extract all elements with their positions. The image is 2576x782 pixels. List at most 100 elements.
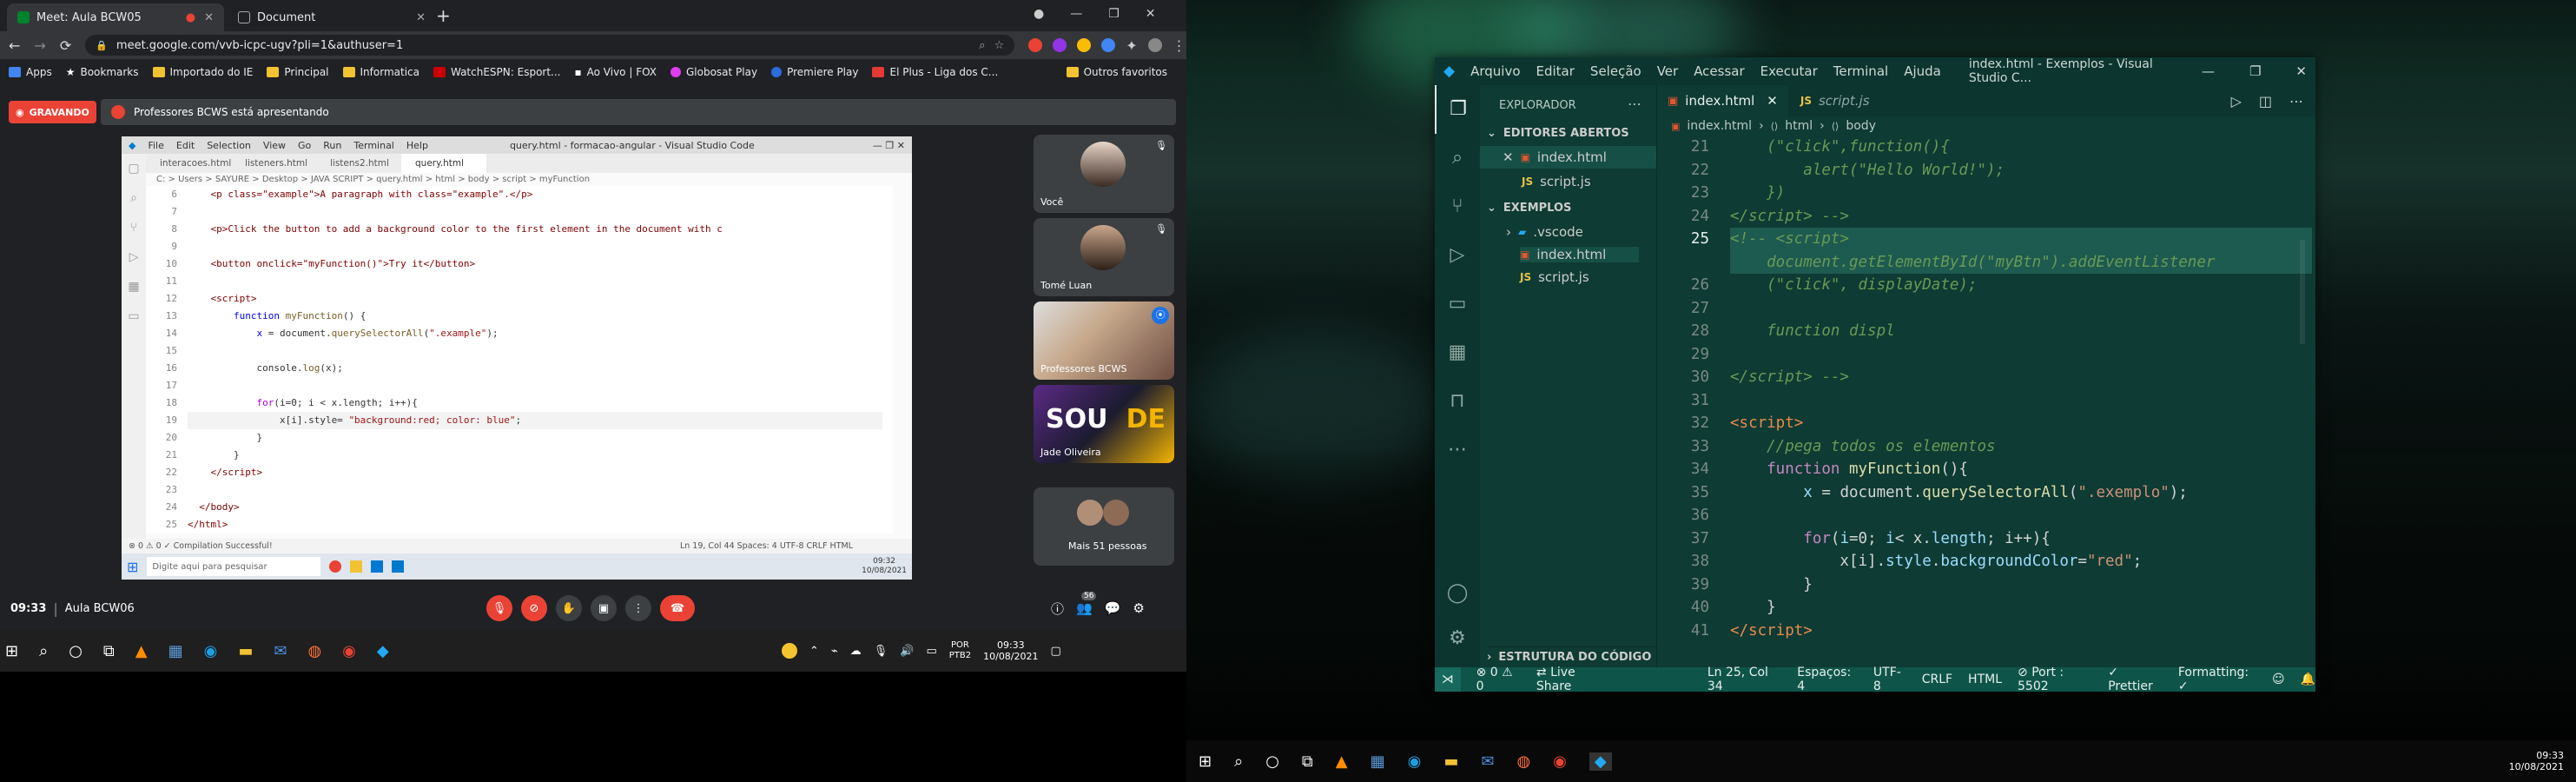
menu-item[interactable]: Seleção [1590,63,1641,79]
menu-item[interactable]: Executar [1760,63,1818,79]
participant-tile[interactable]: ⦿ Professores BCWS [1034,302,1174,380]
chat-icon[interactable]: 💬 [1105,600,1121,616]
extension-icon[interactable] [1053,38,1067,52]
remote-icon[interactable]: ⋊ [1435,667,1461,692]
search-icon[interactable]: ⌕ [1234,752,1243,771]
menu-item[interactable]: Acessar [1694,63,1744,79]
windows-start-icon[interactable]: ⊞ [5,642,18,660]
tab-index-html[interactable]: ▣ index.html ✕ [1657,85,1788,116]
camera-button[interactable]: ⊘ [521,595,547,621]
puzzle-icon[interactable]: ✦ [1126,37,1137,54]
close-window-icon[interactable]: ✕ [1146,7,1156,21]
extension-icon[interactable] [1077,38,1092,52]
more-actions-icon[interactable]: ⋯ [1628,96,1641,112]
file-item[interactable]: ▣ index.html [1520,247,1640,262]
bookmark-icon[interactable]: ⊓ [1435,377,1480,426]
run-debug-icon[interactable]: ▷ [1435,231,1480,280]
explorer-icon[interactable]: ▬ [1443,752,1458,771]
indentation-status[interactable]: Espaços: 4 [1797,666,1858,692]
open-editor-item[interactable]: ✕ ▣ index.html [1480,146,1656,169]
search-icon[interactable]: ⌕ [1435,134,1480,182]
tab-meet[interactable]: Meet: Aula BCW05 ● ✕ [7,3,224,31]
participant-tile[interactable]: 🎙 Tomé Luan [1034,218,1174,296]
participant-tile[interactable]: SOU DE Jade Oliveira [1034,385,1174,463]
explorer-icon[interactable]: ❐ [1435,85,1480,134]
bookmark-item[interactable]: WatchESPN: Esport... [433,66,561,78]
windows-start-icon[interactable]: ⊞ [1199,752,1212,771]
vlc-icon[interactable]: ▲ [135,642,148,660]
source-control-icon[interactable]: ⑂ [1435,182,1480,231]
volume-icon[interactable]: 🔊 [900,645,914,658]
keyboard-lang[interactable]: POR PTB2 [949,640,971,661]
bookmark-item[interactable]: Principal [267,66,329,78]
more-people-tile[interactable]: Mais 51 pessoas [1034,487,1174,566]
close-icon[interactable]: ✕ [2295,63,2307,79]
bookmark-item[interactable]: Premiere Play [771,66,858,78]
settings-gear-icon[interactable]: ⚙ [1435,617,1480,660]
url-bar[interactable]: meet.google.com/vvb-icpc-ugv?pli=1&authu… [116,39,403,52]
outline-header[interactable]: › ESTRUTURA DO CÓDIGO [1487,646,1657,664]
cursor-position[interactable]: Ln 25, Col 34 [1707,666,1781,692]
participant-tile[interactable]: 🎙 Você [1034,135,1174,213]
profile-icon[interactable]: ● [1034,7,1044,21]
breadcrumb-item[interactable]: index.html [1687,119,1752,133]
chrome-icon[interactable]: ◉ [1553,752,1567,771]
remote-explorer-icon[interactable]: ▭ [1435,280,1480,328]
menu-dots-icon[interactable]: ⋮ [1172,37,1186,54]
extension-icon[interactable] [1028,38,1043,52]
people-icon[interactable]: 👥 56 [1076,592,1097,616]
edge-icon[interactable]: ◉ [204,642,218,660]
task-view-icon[interactable]: ⧉ [103,642,115,660]
account-icon[interactable]: ◯ [1435,572,1480,615]
bookmark-item[interactable]: Importado do IE [152,66,253,78]
back-icon[interactable]: ← [9,37,20,54]
prettier-status[interactable]: ✓ Prettier [2108,666,2163,692]
chevron-up-icon[interactable]: ⌃ [809,645,819,658]
menu-item[interactable]: Terminal [1833,63,1888,79]
problems-status[interactable]: ⊗ 0 ⚠ 0 [1476,666,1521,692]
breadcrumb-item[interactable]: html [1785,119,1813,133]
action-center-icon[interactable]: ▢ [1051,645,1061,658]
search-icon[interactable]: ⌕ [39,642,48,660]
firefox-icon[interactable]: ◍ [307,642,321,660]
vlc-icon[interactable]: ▲ [1336,752,1348,771]
feedback-icon[interactable]: ☺ [2272,673,2285,686]
search-icon[interactable]: ⌕ [979,39,985,52]
bookmark-item[interactable]: Globosat Play [670,66,757,78]
tab-script-js[interactable]: JS script.js [1788,85,1882,116]
folder-header[interactable]: ⌄ EXEMPLOS [1487,202,1571,215]
run-icon[interactable]: ▷ [2231,93,2242,109]
avatar[interactable] [1147,38,1162,52]
menu-item[interactable]: Ver [1657,63,1679,79]
more-options-button[interactable]: ⋮ [625,595,651,621]
info-icon[interactable]: ⓘ [1051,600,1064,618]
code-editor[interactable]: 21 22 23 24 25 26 27 28 29 30 31 32 33 3… [1657,136,2315,667]
mic-icon[interactable]: 🎙 [874,645,888,658]
open-editors-header[interactable]: ⌄ EDITORES ABERTOS [1487,127,1629,140]
minimize-icon[interactable]: — [1070,7,1082,21]
bookmark-item[interactable]: ★ Bookmarks [66,66,139,78]
forward-icon[interactable]: → [34,37,45,54]
close-tab-icon[interactable]: ✕ [416,11,426,24]
split-editor-icon[interactable]: ◫ [2259,93,2272,109]
explorer-icon[interactable]: ▬ [238,642,253,660]
port-status[interactable]: ⊘ Port : 5502 [2018,666,2092,692]
clock[interactable]: 09:33 10/08/2021 [983,640,1038,662]
bookmark-item[interactable]: Informatica [342,66,419,78]
scrollbar[interactable] [2300,240,2305,344]
extension-icon[interactable] [1101,38,1116,52]
vscode-icon[interactable]: ◆ [377,642,389,660]
activities-icon[interactable]: ⚙ [1133,600,1144,616]
folder-item[interactable]: › ▰ .vscode [1506,224,1583,240]
maximize-icon[interactable]: ❐ [2249,63,2261,79]
leave-call-button[interactable]: ☎ [660,595,695,621]
minimize-icon[interactable]: — [2202,63,2215,79]
open-editor-item[interactable]: JS script.js [1522,174,1591,189]
close-tab-icon[interactable]: ✕ [1767,93,1778,109]
app-icon[interactable]: ▦ [1371,752,1385,771]
menu-item[interactable]: Editar [1536,63,1575,79]
breadcrumb-item[interactable]: body [1846,119,1876,133]
bookmark-item[interactable]: Outros favoritos [1066,66,1167,78]
encoding-status[interactable]: UTF-8 [1873,666,1906,692]
cortana-icon[interactable]: ○ [69,642,83,660]
